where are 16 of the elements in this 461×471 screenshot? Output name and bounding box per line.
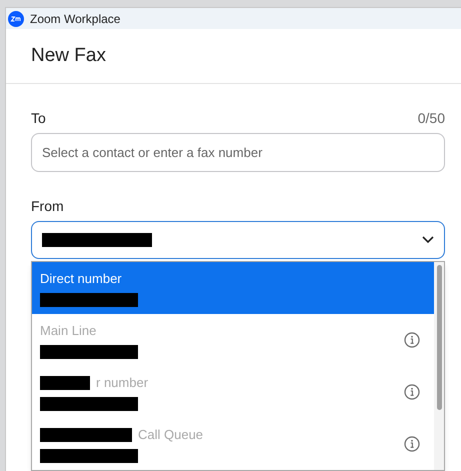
app-logo-icon bbox=[8, 10, 24, 27]
character-counter: 0/50 bbox=[418, 109, 445, 128]
scrollbar-thumb[interactable] bbox=[436, 265, 442, 410]
field-label: To bbox=[31, 109, 46, 128]
chevron-down-icon bbox=[422, 236, 434, 244]
dialog-title: New Fax bbox=[31, 44, 106, 68]
field-label: From bbox=[31, 197, 65, 216]
window-title: Zoom Workplace bbox=[30, 10, 120, 28]
redaction-bar bbox=[40, 376, 90, 390]
sender-select[interactable] bbox=[31, 221, 445, 259]
option-label: Main Line bbox=[40, 322, 96, 340]
option-label: r number bbox=[96, 374, 148, 392]
recipient-field[interactable]: Select a contact or enter a fax number bbox=[31, 133, 445, 172]
option-label: Direct number bbox=[40, 270, 122, 288]
dropdown-option[interactable]: Direct number bbox=[32, 262, 434, 314]
option-label: Call Queue bbox=[138, 426, 204, 444]
